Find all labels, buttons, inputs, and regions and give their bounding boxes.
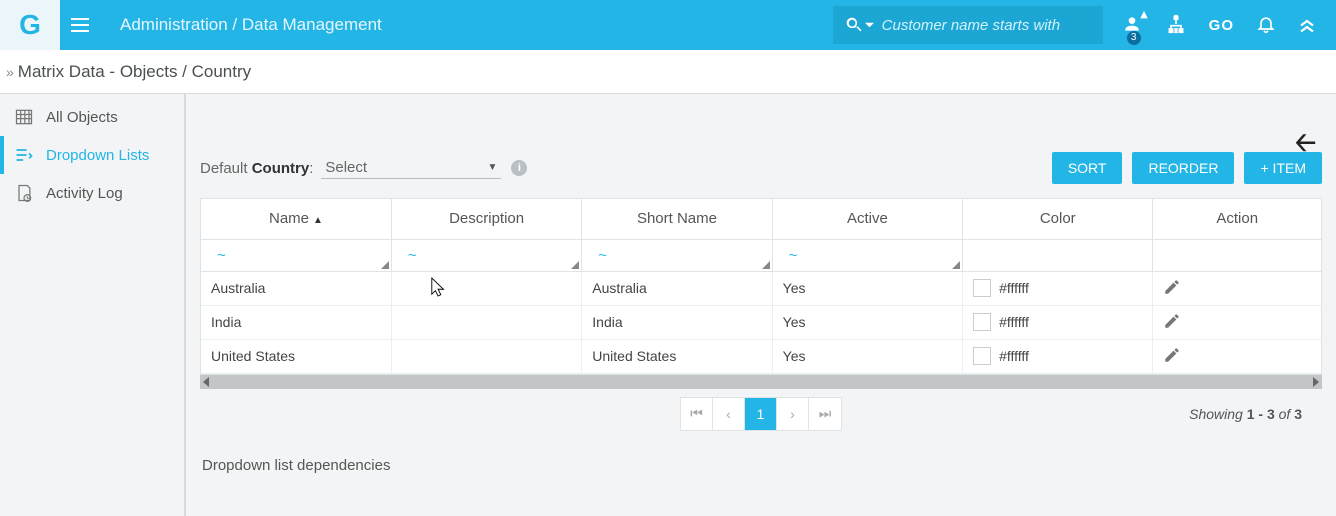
table-row: Australia Australia Yes #ffffff	[201, 271, 1321, 305]
collapse-up-icon[interactable]	[1298, 15, 1316, 36]
column-header-name[interactable]: Name▲	[201, 199, 391, 239]
column-header-short-name[interactable]: Short Name	[582, 199, 772, 239]
cell-description	[391, 339, 581, 373]
sidebar: All Objects Dropdown Lists Activity Log	[0, 94, 186, 516]
color-swatch[interactable]	[973, 279, 991, 297]
select-placeholder: Select	[325, 159, 367, 176]
filter-cell-color[interactable]	[963, 239, 1153, 271]
search-icon[interactable]	[845, 16, 874, 34]
go-button[interactable]: GO	[1209, 17, 1234, 34]
info-icon[interactable]: i	[511, 160, 527, 176]
column-header-active[interactable]: Active	[772, 199, 962, 239]
pager-prev[interactable]: ‹	[713, 398, 745, 430]
sidebar-item-dropdown-lists[interactable]: Dropdown Lists	[0, 136, 184, 174]
table-row: United States United States Yes #ffffff	[201, 339, 1321, 373]
expand-chevron-icon[interactable]: »	[6, 64, 14, 80]
sidebar-item-label: All Objects	[46, 109, 118, 126]
main-panel: 🡠 Default Country: Select ▼ i SORT REORD…	[186, 94, 1336, 516]
cell-description	[391, 271, 581, 305]
cell-action	[1153, 271, 1321, 305]
data-table: Name▲ Description Short Name Active Colo…	[200, 198, 1322, 375]
app-logo[interactable]: G	[0, 0, 60, 50]
page-title: Matrix Data - Objects / Country	[18, 62, 251, 82]
column-header-action[interactable]: Action	[1153, 199, 1321, 239]
pager-last[interactable]: ⏭	[809, 398, 841, 430]
sort-button[interactable]: SORT	[1052, 152, 1123, 184]
user-alert-icon[interactable]: 3	[1121, 14, 1143, 37]
filter-cell-action[interactable]	[1153, 239, 1321, 271]
edit-icon[interactable]	[1163, 351, 1181, 367]
search-input[interactable]	[882, 17, 1091, 34]
subheader: » Matrix Data - Objects / Country	[0, 50, 1336, 94]
back-arrow-icon[interactable]: 🡠	[1295, 124, 1316, 168]
cell-short-name: India	[582, 305, 772, 339]
color-swatch[interactable]	[973, 313, 991, 331]
cell-description	[391, 305, 581, 339]
pager-first[interactable]: ⏮	[681, 398, 713, 430]
edit-icon[interactable]	[1163, 283, 1181, 299]
cell-action	[1153, 339, 1321, 373]
bell-icon[interactable]	[1256, 14, 1276, 37]
cell-active: Yes	[772, 339, 962, 373]
cell-active: Yes	[772, 305, 962, 339]
pager-next[interactable]: ›	[777, 398, 809, 430]
default-country-label: Default Country:	[200, 160, 313, 177]
pagination: ⏮ ‹ 1 › ⏭ Showing 1 - 3 of 3	[200, 389, 1322, 439]
sort-asc-icon: ▲	[313, 215, 323, 226]
sidebar-item-activity-log[interactable]: Activity Log	[0, 174, 184, 212]
color-swatch[interactable]	[973, 347, 991, 365]
sidebar-item-all-objects[interactable]: All Objects	[0, 98, 184, 136]
topbar: G Administration / Data Management 3 GO	[0, 0, 1336, 50]
breadcrumb[interactable]: Administration / Data Management	[120, 15, 382, 35]
filter-handle-icon[interactable]	[952, 261, 960, 269]
toolbar: Default Country: Select ▼ i SORT REORDER…	[200, 152, 1322, 184]
cell-action	[1153, 305, 1321, 339]
default-country-select[interactable]: Select ▼	[321, 157, 501, 179]
cell-active: Yes	[772, 271, 962, 305]
filter-handle-icon[interactable]	[762, 261, 770, 269]
sidebar-item-label: Dropdown Lists	[46, 147, 149, 164]
horizontal-scrollbar[interactable]	[200, 375, 1322, 389]
edit-icon[interactable]	[1163, 317, 1181, 333]
filter-cell-active[interactable]: ~	[772, 239, 962, 271]
column-header-color[interactable]: Color	[963, 199, 1153, 239]
cell-short-name: United States	[582, 339, 772, 373]
hierarchy-icon[interactable]	[1165, 14, 1187, 37]
filter-cell-name[interactable]: ~	[201, 239, 391, 271]
search-container	[833, 6, 1103, 44]
filter-cell-short-name[interactable]: ~	[582, 239, 772, 271]
top-icons: 3 GO	[1121, 14, 1336, 37]
dependencies-heading: Dropdown list dependencies	[200, 453, 1322, 490]
cell-color: #ffffff	[963, 271, 1153, 305]
filter-handle-icon[interactable]	[381, 261, 389, 269]
cell-name: India	[201, 305, 391, 339]
hamburger-menu-icon[interactable]	[60, 18, 100, 32]
filter-handle-icon[interactable]	[571, 261, 579, 269]
cell-short-name: Australia	[582, 271, 772, 305]
sidebar-item-label: Activity Log	[46, 185, 123, 202]
cell-color: #ffffff	[963, 339, 1153, 373]
chevron-down-icon: ▼	[487, 162, 497, 173]
filter-cell-description[interactable]: ~	[391, 239, 581, 271]
cell-name: Australia	[201, 271, 391, 305]
pager-page[interactable]: 1	[745, 398, 777, 430]
table-row: India India Yes #ffffff	[201, 305, 1321, 339]
notification-badge: 3	[1127, 31, 1141, 45]
cell-color: #ffffff	[963, 305, 1153, 339]
cell-name: United States	[201, 339, 391, 373]
showing-text: Showing 1 - 3 of 3	[1189, 406, 1302, 422]
column-header-description[interactable]: Description	[391, 199, 581, 239]
reorder-button[interactable]: REORDER	[1132, 152, 1234, 184]
